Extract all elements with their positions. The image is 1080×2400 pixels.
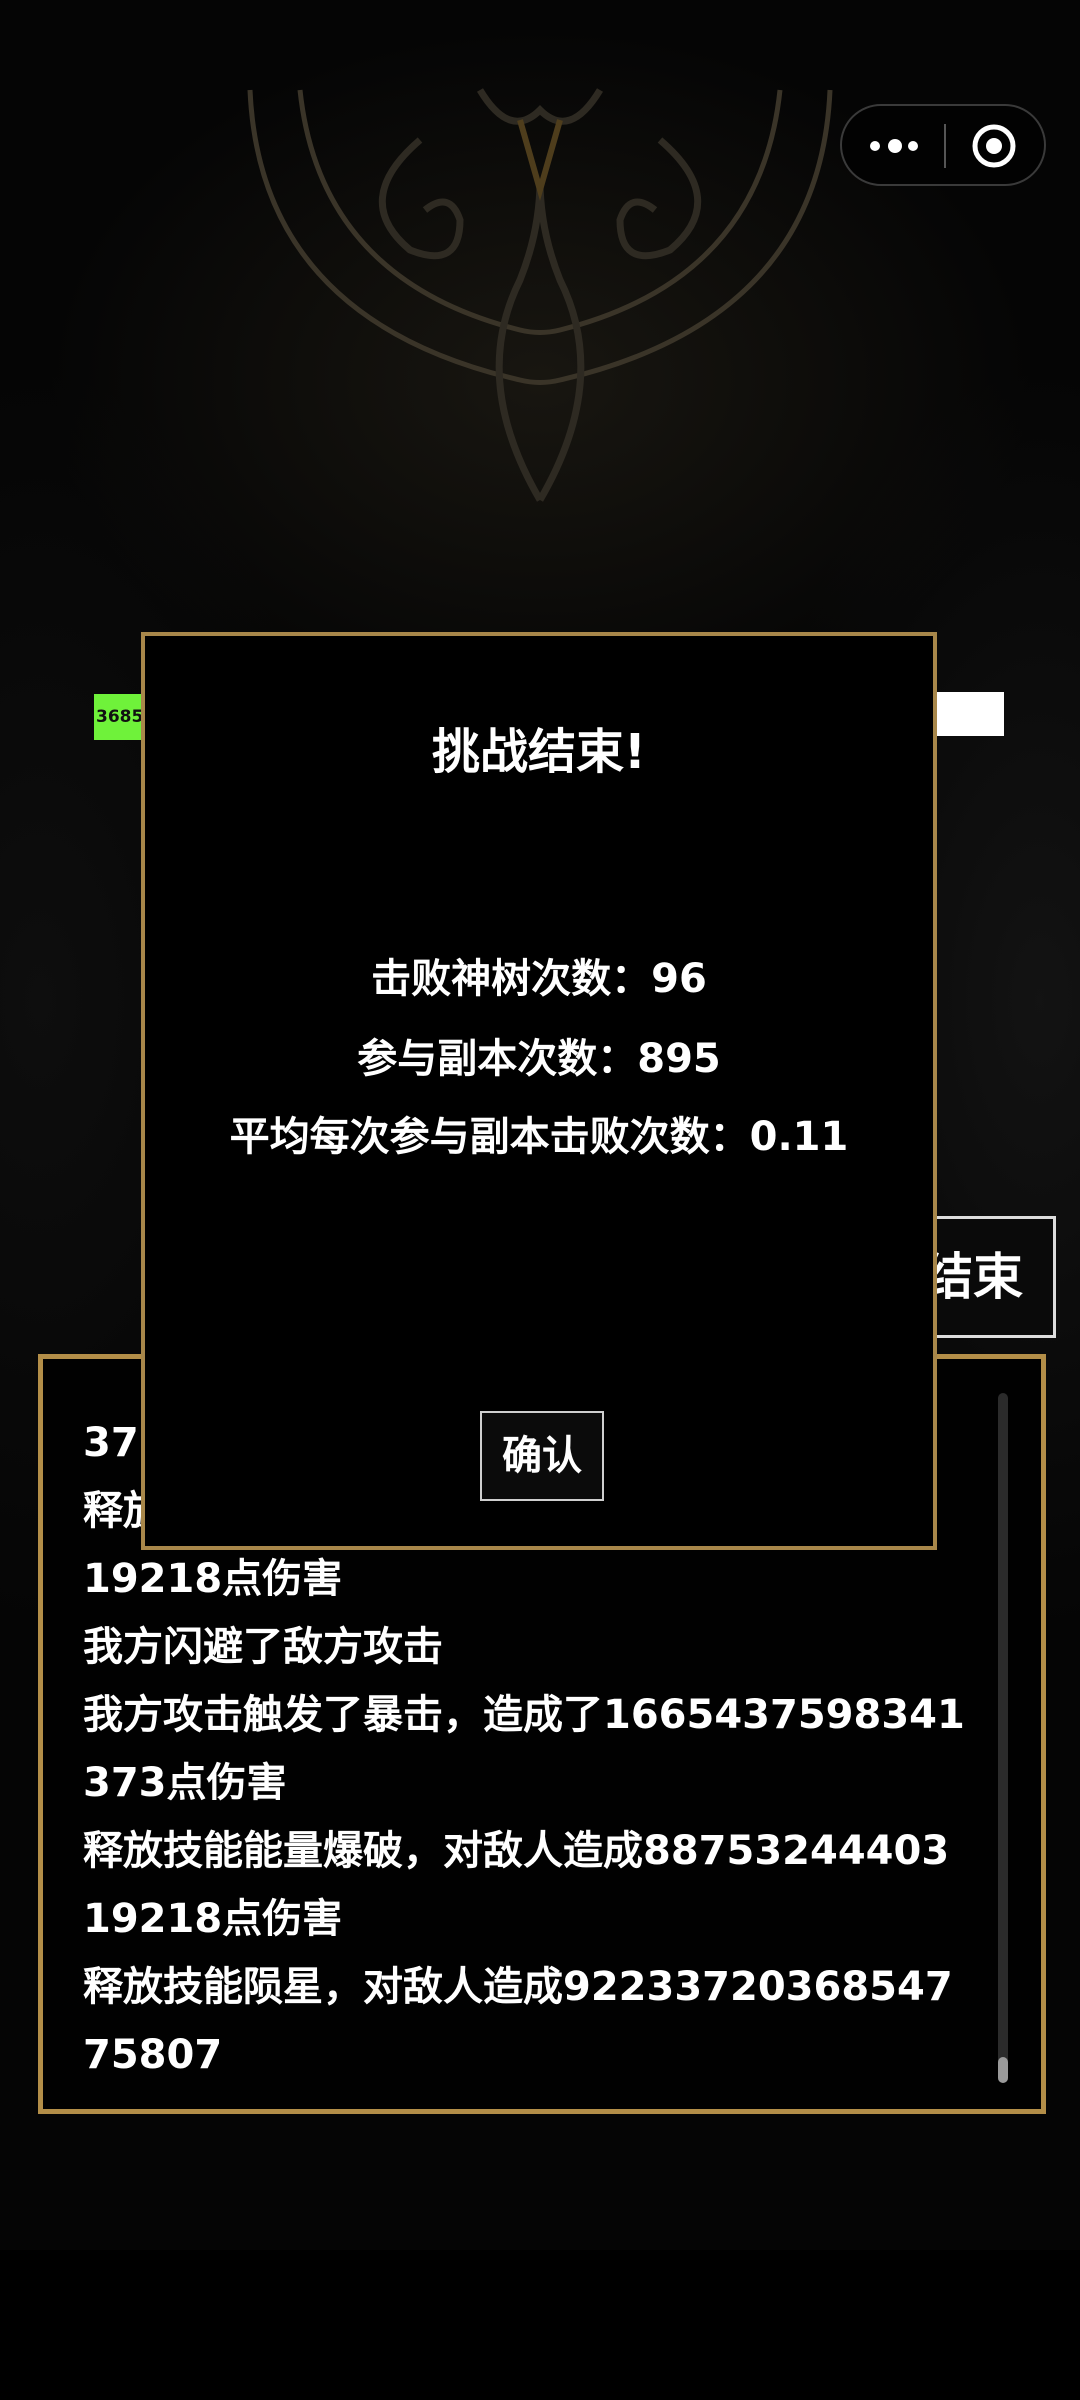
log-line: 19218点伤害 xyxy=(83,1556,343,1602)
log-line: 19218点伤害 xyxy=(83,1896,343,1942)
capsule-divider xyxy=(944,124,946,168)
more-dots-icon[interactable] xyxy=(842,106,944,184)
bottom-band xyxy=(0,2250,1080,2400)
dialog-title: 挑战结束! xyxy=(432,724,646,780)
log-line: 373点伤害 xyxy=(83,1760,287,1806)
stat-label: 击败神树次数： xyxy=(371,956,652,1002)
stat-value: 96 xyxy=(651,956,707,1002)
target-close-icon[interactable] xyxy=(970,122,1018,170)
white-status-bar xyxy=(930,692,1004,736)
mini-program-capsule xyxy=(840,104,1046,186)
stat-label: 参与副本次数： xyxy=(357,1036,638,1082)
stat-label: 平均每次参与副本击败次数： xyxy=(229,1114,750,1160)
log-line: 75807 xyxy=(83,2032,223,2078)
dot xyxy=(888,139,902,153)
challenge-result-dialog: 挑战结束! 击败神树次数：96 参与副本次数：895 平均每次参与副本击败次数：… xyxy=(141,632,937,1550)
log-scrollbar-thumb[interactable] xyxy=(998,2057,1008,2083)
log-line: 我方攻击触发了暴击，造成了1665437598341 xyxy=(83,1692,965,1738)
stat-average-defeats: 平均每次参与副本击败次数：0.11 xyxy=(145,1104,933,1162)
confirm-button[interactable]: 确认 xyxy=(480,1411,604,1501)
green-status-chip: 3685 xyxy=(94,694,146,740)
dot xyxy=(870,141,880,151)
log-scrollbar-track[interactable] xyxy=(998,1393,1008,2083)
log-line: 释放技能陨星，对敌人造成92233720368547 xyxy=(83,1964,953,2010)
stat-dungeon-count: 参与副本次数：895 xyxy=(145,1026,933,1084)
log-line: 释放技能能量爆破，对敌人造成88753244403 xyxy=(83,1828,950,1874)
dot xyxy=(908,141,918,151)
stat-value: 0.11 xyxy=(749,1114,849,1160)
stat-defeat-tree-count: 击败神树次数：96 xyxy=(145,946,933,1004)
log-line: 我方闪避了敌方攻击 xyxy=(83,1624,443,1670)
ornament-emblem xyxy=(247,88,833,502)
stat-value: 895 xyxy=(637,1036,721,1082)
